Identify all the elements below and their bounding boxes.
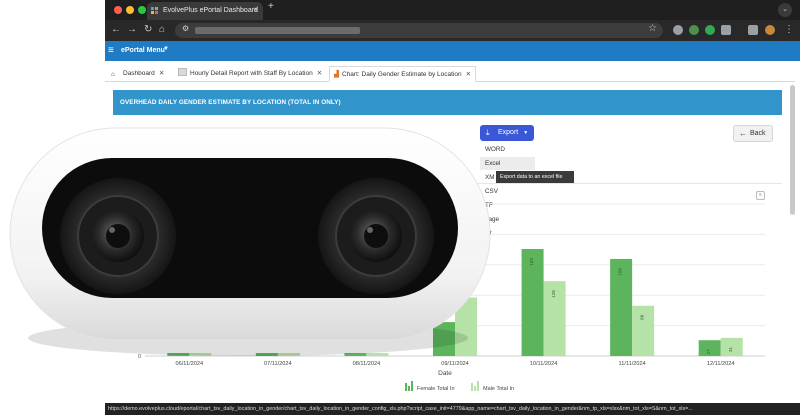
bar-male[interactable] bbox=[189, 353, 212, 356]
x-tick-label: 07/11/2024 bbox=[264, 361, 292, 367]
x-tick-label: 09/11/2024 bbox=[441, 361, 469, 367]
tab-hourly-detail-report[interactable]: Hourly Detail Report with Staff By Locat… bbox=[178, 66, 322, 82]
close-tab-icon[interactable]: ✕ bbox=[466, 71, 471, 78]
legend-swatch[interactable] bbox=[405, 383, 407, 391]
legend-swatch[interactable] bbox=[477, 381, 479, 391]
chevron-down-icon[interactable]: ▼ bbox=[163, 46, 169, 52]
export-option-excel[interactable]: Excel bbox=[480, 157, 535, 170]
browser-tab-strip: EvolvePlus ePortal Dashboard ✕ + ⌄ bbox=[105, 0, 800, 20]
app-menu-bar: ≡ ePortal Menu ▼ bbox=[105, 41, 800, 61]
tab-label: Dashboard bbox=[123, 70, 155, 77]
legend-swatch[interactable] bbox=[474, 386, 476, 391]
report-icon bbox=[178, 68, 187, 76]
legend-label[interactable]: Male Total In bbox=[483, 386, 514, 392]
x-tick-label: 11/11/2024 bbox=[619, 361, 646, 367]
page-title: OVERHEAD DAILY GENDER ESTIMATE BY LOCATI… bbox=[113, 90, 782, 115]
legend-swatch[interactable] bbox=[411, 381, 413, 391]
chart-menu-icon[interactable]: ≡ bbox=[756, 191, 765, 200]
address-bar[interactable]: ⚙ ☆ bbox=[175, 23, 663, 38]
extension-icon[interactable] bbox=[673, 25, 683, 35]
browser-toolbar: ← → ↻ ⌂ ⚙ ☆ ⋮ bbox=[105, 20, 800, 41]
close-tab-icon[interactable]: ✕ bbox=[253, 2, 259, 20]
bar-female[interactable] bbox=[344, 353, 367, 356]
legend-label[interactable]: Female Total In bbox=[417, 386, 455, 392]
chart-icon: ▟ bbox=[334, 71, 339, 78]
bookmark-star-icon[interactable]: ☆ bbox=[648, 23, 657, 34]
tab-dashboard[interactable]: ⌂ Dashboard ✕ bbox=[111, 66, 164, 82]
status-bar: https://demo.evolveplus.cloud/eportal/ch… bbox=[105, 403, 800, 415]
app-tab-row: ⌂ Dashboard ✕ Hourly Detail Report with St… bbox=[105, 64, 795, 82]
home-icon[interactable]: ⌂ bbox=[159, 24, 165, 36]
export-tooltip: Export data to an excel file bbox=[496, 171, 574, 183]
browser-menu-icon[interactable]: ⋮ bbox=[784, 24, 794, 36]
extension-icon[interactable] bbox=[705, 25, 715, 35]
export-label: Export bbox=[498, 129, 519, 136]
download-icon: ⤓ bbox=[486, 128, 490, 137]
window-minimize-dot[interactable] bbox=[126, 6, 134, 14]
forward-nav-icon[interactable]: → bbox=[127, 24, 137, 36]
scrollbar[interactable] bbox=[790, 85, 795, 215]
legend-swatch[interactable] bbox=[471, 383, 473, 391]
window-zoom-dot[interactable] bbox=[138, 6, 146, 14]
x-tick-label: 10/11/2024 bbox=[530, 361, 558, 367]
tab-label: Chart: Daily Gender Estimate by Location bbox=[342, 71, 462, 78]
bar-female[interactable] bbox=[255, 353, 278, 356]
export-button[interactable]: ⤓ Export ▼ bbox=[480, 125, 534, 141]
browser-tab-title: EvolvePlus ePortal Dashboard bbox=[163, 7, 258, 14]
back-arrow-icon: ← bbox=[739, 129, 747, 138]
site-settings-icon[interactable]: ⚙ bbox=[182, 24, 189, 33]
bar-male[interactable] bbox=[366, 353, 389, 356]
bar-male[interactable] bbox=[277, 353, 300, 356]
site-favicon-icon bbox=[151, 7, 158, 14]
status-url: https://demo.evolveplus.cloud/eportal/ch… bbox=[108, 406, 693, 412]
data-label: 86 bbox=[639, 314, 644, 320]
tab-daily-gender-chart[interactable]: ▟ Chart: Daily Gender Estimate by Locatio… bbox=[329, 66, 477, 82]
extension-icon[interactable] bbox=[689, 25, 699, 35]
x-axis-title: Date bbox=[438, 370, 452, 377]
reload-icon[interactable]: ↻ bbox=[144, 24, 152, 36]
download-icon[interactable] bbox=[748, 25, 758, 35]
extensions-puzzle-icon[interactable] bbox=[721, 25, 731, 35]
x-tick-label: 12/11/2024 bbox=[707, 361, 735, 367]
export-option-word[interactable]: WORD bbox=[480, 143, 535, 156]
data-label: 166 bbox=[617, 268, 622, 276]
back-nav-icon[interactable]: ← bbox=[111, 24, 121, 36]
legend-swatch[interactable] bbox=[408, 386, 410, 391]
eportal-menu-button[interactable]: ePortal Menu bbox=[121, 47, 165, 54]
back-button[interactable]: ← Back bbox=[733, 125, 773, 142]
new-tab-button[interactable]: + bbox=[268, 1, 274, 12]
address-text-redacted bbox=[195, 27, 360, 34]
close-tab-icon[interactable]: ✕ bbox=[317, 70, 322, 77]
bar-male[interactable] bbox=[632, 305, 655, 356]
home-icon: ⌂ bbox=[111, 67, 120, 78]
browser-tab[interactable]: EvolvePlus ePortal Dashboard ✕ bbox=[147, 2, 263, 20]
bar-female[interactable] bbox=[433, 322, 455, 356]
back-label: Back bbox=[750, 130, 766, 137]
y-tick-label: 0 bbox=[138, 354, 141, 360]
data-label: 128 bbox=[551, 290, 556, 298]
x-tick-label: 06/11/2024 bbox=[175, 361, 203, 367]
tab-label: Hourly Detail Report with Staff By Locat… bbox=[190, 70, 313, 77]
profile-avatar[interactable] bbox=[765, 25, 775, 35]
data-label: 27 bbox=[706, 349, 711, 355]
data-label: 183 bbox=[529, 258, 534, 266]
window-close-dot[interactable] bbox=[114, 6, 122, 14]
hamburger-icon[interactable]: ≡ bbox=[108, 45, 114, 57]
x-tick-label: 08/11/2024 bbox=[353, 361, 381, 367]
screen: EvolvePlus ePortal Dashboard ✕ + ⌄ ← → ↻… bbox=[0, 0, 800, 415]
tab-search-icon[interactable]: ⌄ bbox=[778, 3, 792, 17]
data-label: 31 bbox=[728, 346, 733, 352]
chevron-down-icon: ▼ bbox=[523, 130, 529, 136]
close-tab-icon[interactable]: ✕ bbox=[159, 70, 164, 77]
bar-female[interactable] bbox=[167, 353, 190, 356]
